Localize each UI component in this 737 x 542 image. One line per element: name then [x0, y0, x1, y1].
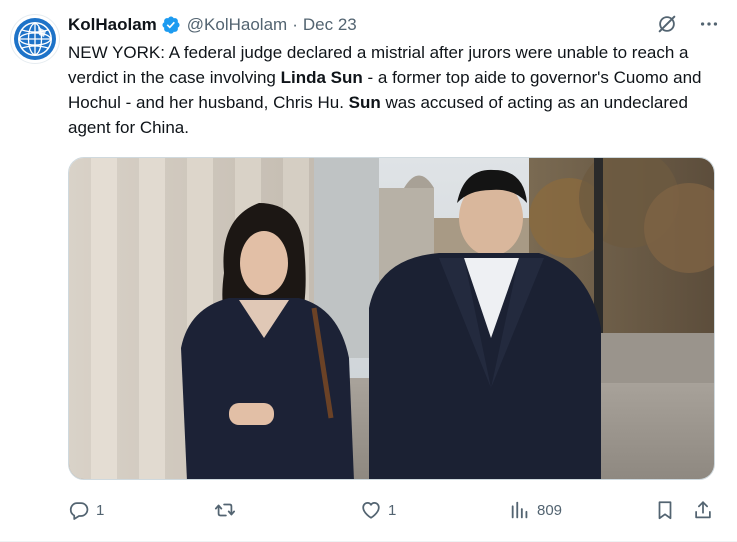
user-handle[interactable]: @KolHaolam [187, 15, 287, 35]
like-icon [362, 501, 380, 519]
tweet-text-bold-2: Sun [348, 93, 381, 112]
repost-button[interactable] [214, 496, 242, 524]
tweet-text-bold-1: Linda Sun [280, 68, 363, 87]
views-button[interactable]: 809 [509, 496, 562, 524]
avatar[interactable] [10, 14, 60, 64]
reply-icon [69, 502, 89, 520]
verified-badge-icon [161, 15, 181, 35]
tweet-card[interactable]: KolHaolam @KolHaolam · Dec 23 NEW YORK: … [0, 0, 737, 542]
repost-icon [214, 503, 236, 517]
like-button[interactable]: 1 [360, 496, 396, 524]
views-icon [511, 501, 528, 519]
reply-count: 1 [96, 501, 105, 519]
tweet-date[interactable]: Dec 23 [303, 15, 357, 35]
tweet-actions: 1 1 809 [68, 496, 718, 524]
bookmark-icon [658, 501, 672, 520]
tweet-photo[interactable] [68, 157, 715, 480]
share-icon [695, 501, 711, 519]
like-count: 1 [388, 501, 397, 519]
reply-button[interactable]: 1 [68, 496, 104, 524]
grok-icon[interactable] [655, 12, 679, 36]
separator-dot: · [292, 15, 298, 34]
more-dots-icon[interactable] [697, 12, 721, 36]
photo-image [69, 158, 714, 479]
share-button[interactable] [692, 496, 714, 524]
tweet-text: NEW YORK: A federal judge declared a mis… [68, 40, 708, 140]
globe-logo-icon [12, 16, 58, 62]
bookmark-button[interactable] [654, 496, 676, 524]
display-name[interactable]: KolHaolam [68, 15, 157, 35]
tweet-header: KolHaolam @KolHaolam · Dec 23 [68, 12, 718, 38]
views-count: 809 [537, 501, 563, 519]
